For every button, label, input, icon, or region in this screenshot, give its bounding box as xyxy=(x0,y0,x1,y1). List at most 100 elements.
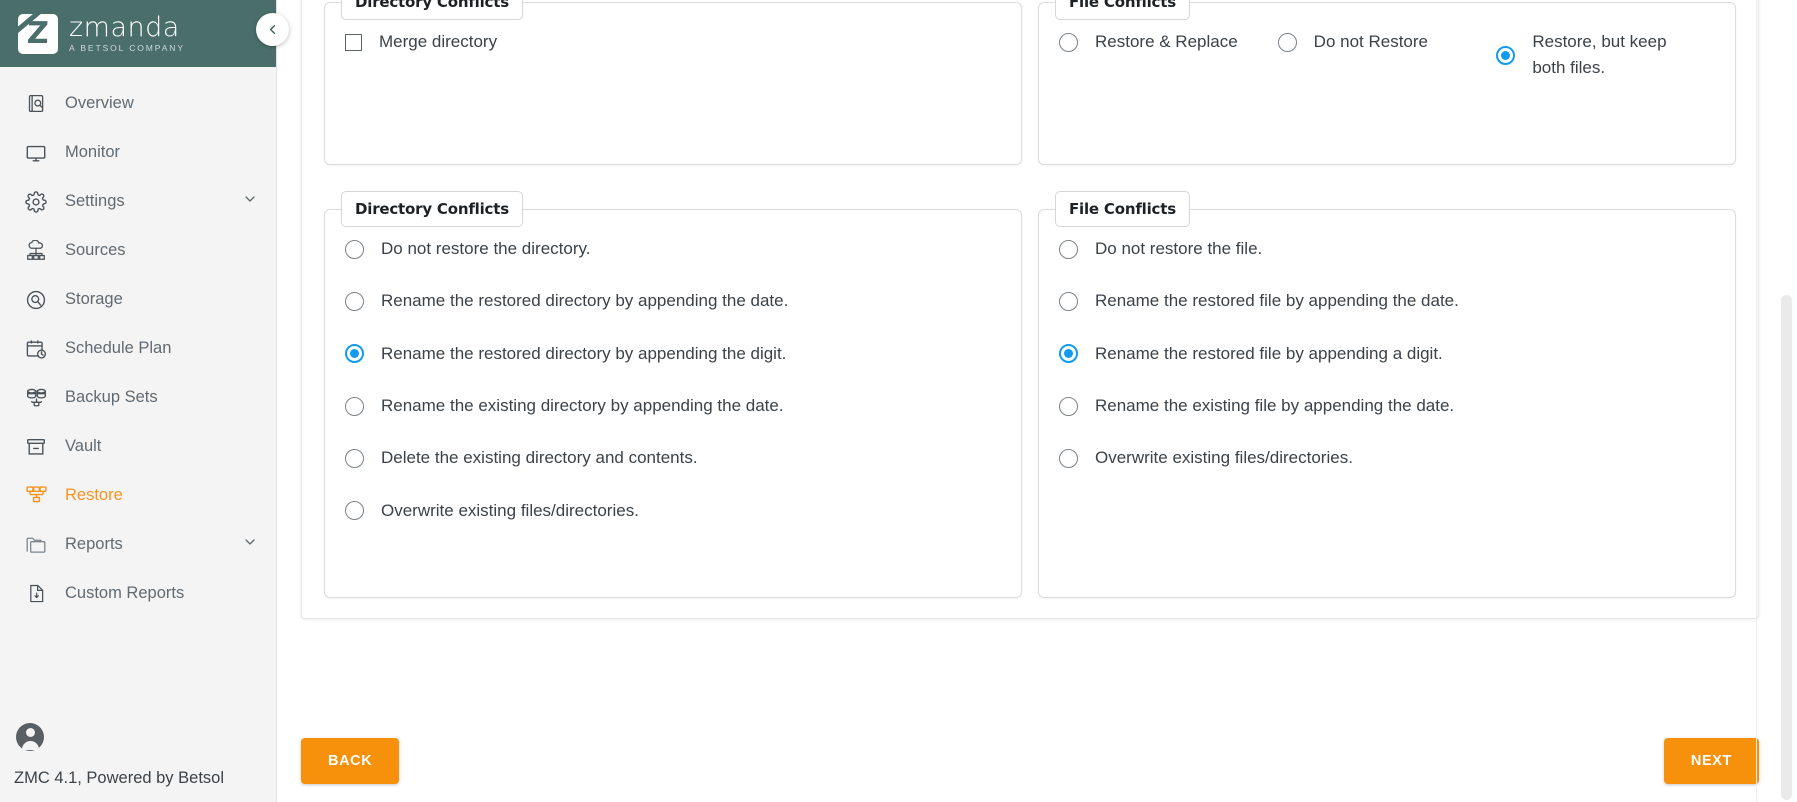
sidebar-collapse-button[interactable] xyxy=(256,13,289,46)
storage-icon xyxy=(23,287,49,313)
sidebar-item-label: Storage xyxy=(65,290,123,308)
sidebar: Z zmanda A BETSOL COMPANY Overview Monit… xyxy=(0,0,289,802)
panel-directory-conflicts-actions: Directory Conflicts Do not restore the d… xyxy=(324,191,1022,598)
back-button[interactable]: BACK xyxy=(301,738,400,784)
sidebar-item-label: Settings xyxy=(65,192,125,210)
version-label: ZMC 4.1, Powered by Betsol xyxy=(14,769,225,787)
file-mode-option[interactable]: Restore & Replace xyxy=(1059,29,1278,55)
file-option-row[interactable]: Rename the existing file by appending th… xyxy=(1059,393,1715,419)
app-root: Z zmanda A BETSOL COMPANY Overview Monit… xyxy=(0,0,1797,802)
restore-icon xyxy=(23,483,49,509)
sidebar-item-backup-sets[interactable]: Backup Sets xyxy=(0,373,276,422)
reports-icon xyxy=(23,532,49,558)
merge-directory-checkbox[interactable] xyxy=(345,33,362,51)
sidebar-item-custom-reports[interactable]: Custom Reports xyxy=(0,569,276,618)
page-scrollbar-thumb[interactable] xyxy=(1781,295,1792,800)
option-label: Overwrite existing files/directories. xyxy=(381,500,639,520)
file-option-row[interactable]: Rename the restored file by appending th… xyxy=(1059,288,1715,314)
sidebar-item-label: Backup Sets xyxy=(65,388,158,406)
directory-option-row[interactable]: Delete the existing directory and conten… xyxy=(345,445,1001,471)
sidebar-item-vault[interactable]: Vault xyxy=(0,422,276,471)
zmanda-logo-icon: Z xyxy=(18,13,58,54)
brand-header: Z zmanda A BETSOL COMPANY xyxy=(0,0,276,67)
user-avatar-icon xyxy=(16,723,44,751)
sidebar-item-label: Monitor xyxy=(65,143,121,161)
option-label: Do not restore the file. xyxy=(1095,239,1263,258)
radio-dir-rename-restored-date[interactable] xyxy=(345,292,364,312)
chevron-down-icon[interactable] xyxy=(242,534,258,555)
radio-do-not-restore[interactable] xyxy=(1277,32,1297,52)
sidebar-item-storage[interactable]: Storage xyxy=(0,275,276,324)
database-icon xyxy=(23,385,49,411)
directory-option-row[interactable]: Do not restore the directory. xyxy=(345,236,1001,262)
content-right-divider xyxy=(1756,0,1757,802)
panel-directory-conflicts-merge: Directory Conflicts Merge directory xyxy=(324,0,1022,165)
radio-dir-do-not-restore[interactable] xyxy=(345,239,364,259)
file-option-row[interactable]: Rename the restored file by appending a … xyxy=(1059,341,1715,367)
sidebar-item-schedule-plan[interactable]: Schedule Plan xyxy=(0,324,276,373)
option-label: Rename the restored directory by appendi… xyxy=(381,291,789,311)
wizard-footer: BACK NEXT xyxy=(301,738,1759,784)
next-button[interactable]: NEXT xyxy=(1663,738,1759,784)
sidebar-item-label: Vault xyxy=(65,437,102,455)
sidebar-item-sources[interactable]: Sources xyxy=(0,226,276,275)
option-label: Rename the existing directory by appendi… xyxy=(381,396,784,416)
sidebar-nav: Overview Monitor Settings Sources Storag… xyxy=(0,67,276,711)
panel-legend: File Conflicts xyxy=(1055,0,1190,20)
panel-legend: File Conflicts xyxy=(1055,191,1190,227)
merge-directory-row[interactable]: Merge directory xyxy=(345,29,1001,55)
directory-option-row[interactable]: Rename the restored directory by appendi… xyxy=(345,288,1001,314)
file-mode-option[interactable]: Do not Restore xyxy=(1277,29,1497,55)
sidebar-item-overview[interactable]: Overview xyxy=(0,79,276,128)
option-label: Delete the existing directory and conten… xyxy=(381,448,698,468)
option-label: Do not Restore xyxy=(1313,32,1429,51)
radio-dir-overwrite[interactable] xyxy=(345,501,364,521)
file-option-row[interactable]: Do not restore the file. xyxy=(1059,236,1715,262)
radio-dir-rename-existing-date[interactable] xyxy=(345,396,364,416)
vault-icon xyxy=(23,434,49,460)
file-conflict-mode-group: Restore & Replace Do not Restore Restore… xyxy=(1059,29,1715,82)
radio-file-rename-existing-date[interactable] xyxy=(1059,396,1078,416)
option-label: Rename the restored file by appending th… xyxy=(1095,291,1459,311)
radio-file-rename-restored-date[interactable] xyxy=(1059,292,1078,312)
panel-legend: Directory Conflicts xyxy=(341,0,523,20)
radio-file-overwrite[interactable] xyxy=(1059,449,1078,469)
chevron-down-icon[interactable] xyxy=(242,191,258,212)
radio-restore-replace[interactable] xyxy=(1059,32,1078,52)
radio-dir-rename-restored-digit[interactable] xyxy=(345,344,364,364)
file-mode-option[interactable]: Restore, but keep both files. xyxy=(1496,29,1715,82)
conflicts-grid: Directory Conflicts Merge directory File… xyxy=(324,0,1736,598)
user-account-button[interactable] xyxy=(0,715,276,761)
sidebar-item-label: Schedule Plan xyxy=(65,339,172,357)
brand-text: zmanda A BETSOL COMPANY xyxy=(69,14,185,53)
sidebar-item-label: Custom Reports xyxy=(65,584,185,602)
option-label: Do not restore the directory. xyxy=(381,239,591,258)
sidebar-item-monitor[interactable]: Monitor xyxy=(0,128,276,177)
radio-file-do-not-restore[interactable] xyxy=(1059,239,1078,259)
radio-dir-delete-existing[interactable] xyxy=(345,449,364,469)
main-content: Directory Conflicts Merge directory File… xyxy=(277,0,1797,802)
sidebar-item-restore[interactable]: Restore xyxy=(0,471,276,520)
brand-name: zmanda xyxy=(69,12,180,44)
sidebar-item-reports[interactable]: Reports xyxy=(0,520,276,569)
panel-file-conflicts-actions: File Conflicts Do not restore the file. … xyxy=(1038,191,1736,598)
brand-tagline: A BETSOL COMPANY xyxy=(69,43,185,54)
radio-file-rename-restored-digit[interactable] xyxy=(1059,344,1078,364)
panel-file-conflicts-mode: File Conflicts Restore & Replace Do not … xyxy=(1038,0,1736,165)
radio-restore-keep-both[interactable] xyxy=(1496,45,1516,65)
option-label: Rename the restored directory by appendi… xyxy=(381,343,787,363)
document-icon xyxy=(23,581,49,607)
option-label: Rename the restored file by appending a … xyxy=(1095,343,1443,363)
calendar-clock-icon xyxy=(23,336,49,362)
option-label: Restore, but keep both files. xyxy=(1532,32,1667,78)
sidebar-item-label: Sources xyxy=(65,241,126,259)
option-label: Restore & Replace xyxy=(1095,32,1238,51)
sources-icon xyxy=(23,238,49,264)
directory-option-row[interactable]: Rename the existing directory by appendi… xyxy=(345,393,1001,419)
overview-icon xyxy=(23,91,49,117)
file-option-row[interactable]: Overwrite existing files/directories. xyxy=(1059,445,1715,471)
directory-option-row[interactable]: Overwrite existing files/directories. xyxy=(345,498,1001,524)
sidebar-item-settings[interactable]: Settings xyxy=(0,177,276,226)
directory-option-row[interactable]: Rename the restored directory by appendi… xyxy=(345,341,1001,367)
panel-legend: Directory Conflicts xyxy=(341,191,523,227)
